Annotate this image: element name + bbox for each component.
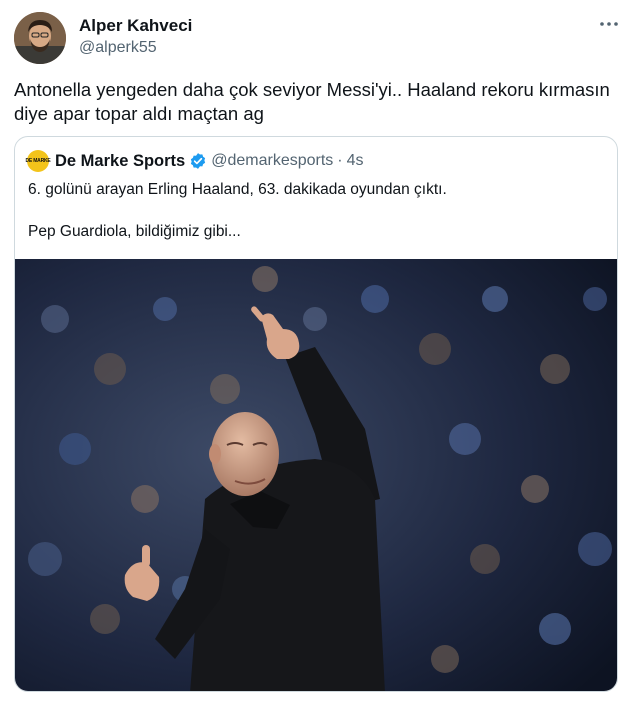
avatar-image bbox=[14, 12, 66, 64]
quoted-tweet[interactable]: DE MARKE De Marke Sports @demarkesports … bbox=[14, 136, 618, 692]
author-avatar[interactable] bbox=[14, 12, 66, 64]
quoted-logo-text: DE MARKE bbox=[25, 158, 51, 164]
quoted-author-name[interactable]: De Marke Sports bbox=[55, 152, 185, 171]
more-options-button[interactable] bbox=[597, 14, 621, 34]
separator-dot: · bbox=[337, 152, 343, 169]
tweet[interactable]: Alper Kahveci @alperk55 Antonella yenged… bbox=[0, 0, 635, 701]
quoted-author-handle[interactable]: @demarkesports bbox=[211, 152, 333, 170]
quoted-tweet-photo[interactable] bbox=[15, 259, 617, 691]
quoted-tweet-header: DE MARKE De Marke Sports @demarkesports … bbox=[25, 150, 364, 172]
more-horizontal-icon bbox=[600, 22, 618, 26]
quoted-timestamp[interactable]: 4s bbox=[347, 152, 364, 170]
verified-badge-icon bbox=[191, 153, 206, 169]
quoted-tweet-text: 6. golünü arayan Erling Haaland, 63. dak… bbox=[28, 181, 447, 240]
tweet-text: Antonella yengeden daha çok seviyor Mess… bbox=[14, 79, 610, 124]
quoted-author-logo[interactable]: DE MARKE bbox=[25, 150, 51, 172]
author-name[interactable]: Alper Kahveci bbox=[79, 16, 192, 36]
photo-man-pointing bbox=[15, 259, 617, 691]
author-handle[interactable]: @alperk55 bbox=[79, 38, 157, 58]
